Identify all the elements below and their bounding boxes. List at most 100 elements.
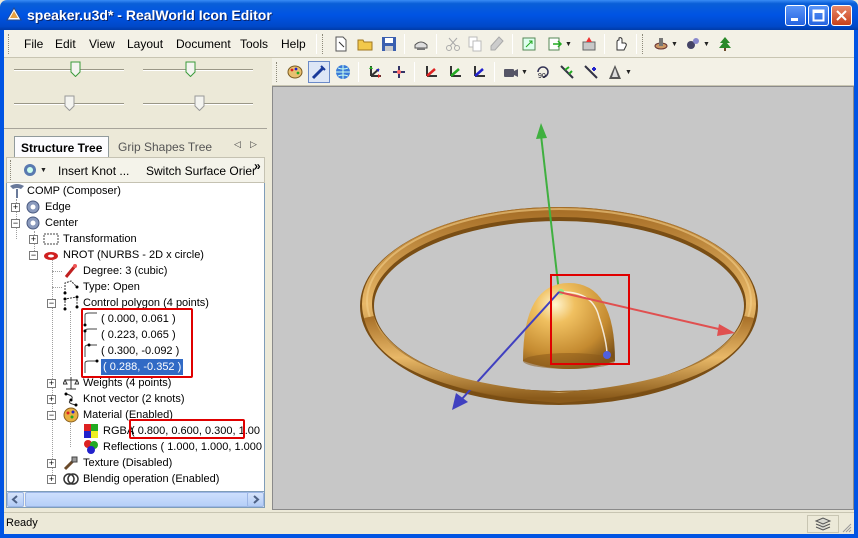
layers-icon[interactable] (814, 516, 832, 532)
tab-grip-shapes-tree[interactable]: Grip Shapes Tree (112, 136, 218, 157)
palette-icon[interactable] (284, 61, 306, 83)
menu-view[interactable]: View (89, 37, 115, 51)
menu-layout[interactable]: Layout (127, 37, 163, 51)
nurbs-rotation-icon (44, 252, 58, 260)
tab-scroll-left-icon[interactable]: ◁ (234, 139, 241, 150)
resize-grip-icon[interactable] (840, 521, 852, 533)
resize-icon[interactable] (518, 33, 540, 55)
status-bar: Ready (4, 512, 854, 534)
chevron-down-icon[interactable]: ▼ (40, 167, 47, 174)
open-folder-icon[interactable] (354, 33, 376, 55)
curve-type-icon (63, 280, 79, 295)
slider-3[interactable] (64, 95, 75, 111)
move-axes-icon[interactable] (364, 61, 386, 83)
scroll-left-button[interactable] (7, 492, 24, 507)
scene-canvas[interactable] (273, 87, 854, 510)
copy-icon[interactable] (464, 33, 486, 55)
lathe-icon[interactable] (650, 33, 672, 55)
axis-tool-icon[interactable] (556, 61, 578, 83)
menu-tools[interactable]: Tools (240, 37, 268, 51)
chevron-down-icon[interactable]: ▼ (703, 41, 710, 48)
collapse-icon[interactable]: − (29, 251, 38, 260)
window-title: speaker.u3d* - RealWorld Icon Editor (27, 7, 272, 23)
svg-text:90: 90 (538, 73, 546, 80)
tree-horizontal-scrollbar[interactable] (6, 491, 265, 508)
menu-file[interactable]: File (24, 37, 43, 51)
tools-icon[interactable] (578, 33, 600, 55)
chevron-down-icon[interactable]: ▼ (565, 41, 572, 48)
chevron-down-icon[interactable]: ▼ (671, 41, 678, 48)
hand-icon[interactable] (610, 33, 632, 55)
app-icon (6, 7, 22, 21)
scales-icon (63, 377, 79, 390)
slider-track (143, 69, 253, 71)
node-icon[interactable] (682, 33, 704, 55)
material-icon (63, 407, 79, 423)
slider-pane (4, 58, 267, 129)
tab-scroll-right-icon[interactable]: ▷ (250, 139, 257, 150)
paste-icon[interactable] (486, 33, 508, 55)
blending-icon (63, 473, 79, 485)
tree-icon[interactable] (714, 33, 736, 55)
transformation-icon (43, 233, 59, 245)
switch-surface-button[interactable]: Switch Surface Orier (146, 164, 256, 178)
menu-help[interactable]: Help (281, 37, 306, 51)
camera-icon[interactable] (500, 61, 522, 83)
chevron-down-icon[interactable]: ▼ (625, 69, 632, 76)
expand-icon[interactable]: + (47, 379, 56, 388)
expand-icon[interactable]: + (11, 203, 20, 212)
rgba-icon (84, 424, 98, 438)
slider-1[interactable] (70, 61, 81, 77)
save-icon[interactable] (378, 33, 400, 55)
align-tool-icon[interactable] (580, 61, 602, 83)
dome-base-shadow (523, 353, 615, 369)
globe-icon[interactable] (332, 61, 354, 83)
rotate-x-icon[interactable] (420, 61, 442, 83)
viewport-toolbar: ▼ 90 ▼ (272, 58, 854, 86)
maximize-button[interactable] (808, 5, 829, 26)
chevron-down-icon[interactable]: ▼ (521, 69, 528, 76)
knot-vector-icon (64, 392, 78, 407)
tree-toolbar: ▼ Insert Knot ... Switch Surface Orier » (6, 157, 265, 183)
menu-document[interactable]: Document (176, 37, 231, 51)
scroll-right-button[interactable] (247, 492, 264, 507)
slider-track (14, 69, 124, 71)
export-icon[interactable] (544, 33, 566, 55)
shape-menu-icon[interactable] (21, 162, 39, 178)
control-polygon-icon (63, 295, 79, 311)
menu-toolbar-row: File Edit View Layout Document Tools Hel… (4, 30, 854, 58)
rotate-90-icon[interactable]: 90 (532, 61, 554, 83)
slider-2[interactable] (185, 61, 196, 77)
tab-structure-tree[interactable]: Structure Tree (14, 136, 110, 157)
points-highlight (81, 308, 193, 378)
collapse-icon[interactable]: − (11, 219, 20, 228)
3d-viewport[interactable] (272, 86, 854, 510)
menu-edit[interactable]: Edit (55, 37, 76, 51)
expand-icon[interactable]: + (29, 235, 38, 244)
rotate-y-icon[interactable] (444, 61, 466, 83)
expand-icon[interactable]: + (47, 395, 56, 404)
close-button[interactable] (831, 5, 852, 26)
x-axis-arrowhead[interactable] (717, 324, 735, 336)
rotate-z-icon[interactable] (468, 61, 490, 83)
expand-icon[interactable]: + (47, 475, 56, 484)
cut-icon[interactable] (442, 33, 464, 55)
collapse-icon[interactable]: − (47, 299, 56, 308)
collapse-icon[interactable]: − (47, 411, 56, 420)
status-text: Ready (6, 517, 38, 529)
title-bar[interactable]: speaker.u3d* - RealWorld Icon Editor (0, 0, 858, 30)
slider-4[interactable] (194, 95, 205, 111)
print-icon[interactable] (410, 33, 432, 55)
scale-icon[interactable] (388, 61, 410, 83)
insert-knot-button[interactable]: Insert Knot ... (58, 164, 129, 178)
expand-icon[interactable]: + (47, 459, 56, 468)
status-panel (807, 515, 839, 533)
minimize-button[interactable] (785, 5, 806, 26)
y-axis-arrowhead[interactable] (536, 123, 547, 139)
new-icon[interactable] (330, 33, 352, 55)
control-point-handle[interactable] (603, 351, 611, 359)
edit-mode-icon[interactable] (308, 61, 330, 83)
lighting-icon[interactable] (604, 61, 626, 83)
scroll-thumb[interactable] (25, 492, 249, 507)
toolbar-overflow-button[interactable]: » (254, 159, 261, 173)
